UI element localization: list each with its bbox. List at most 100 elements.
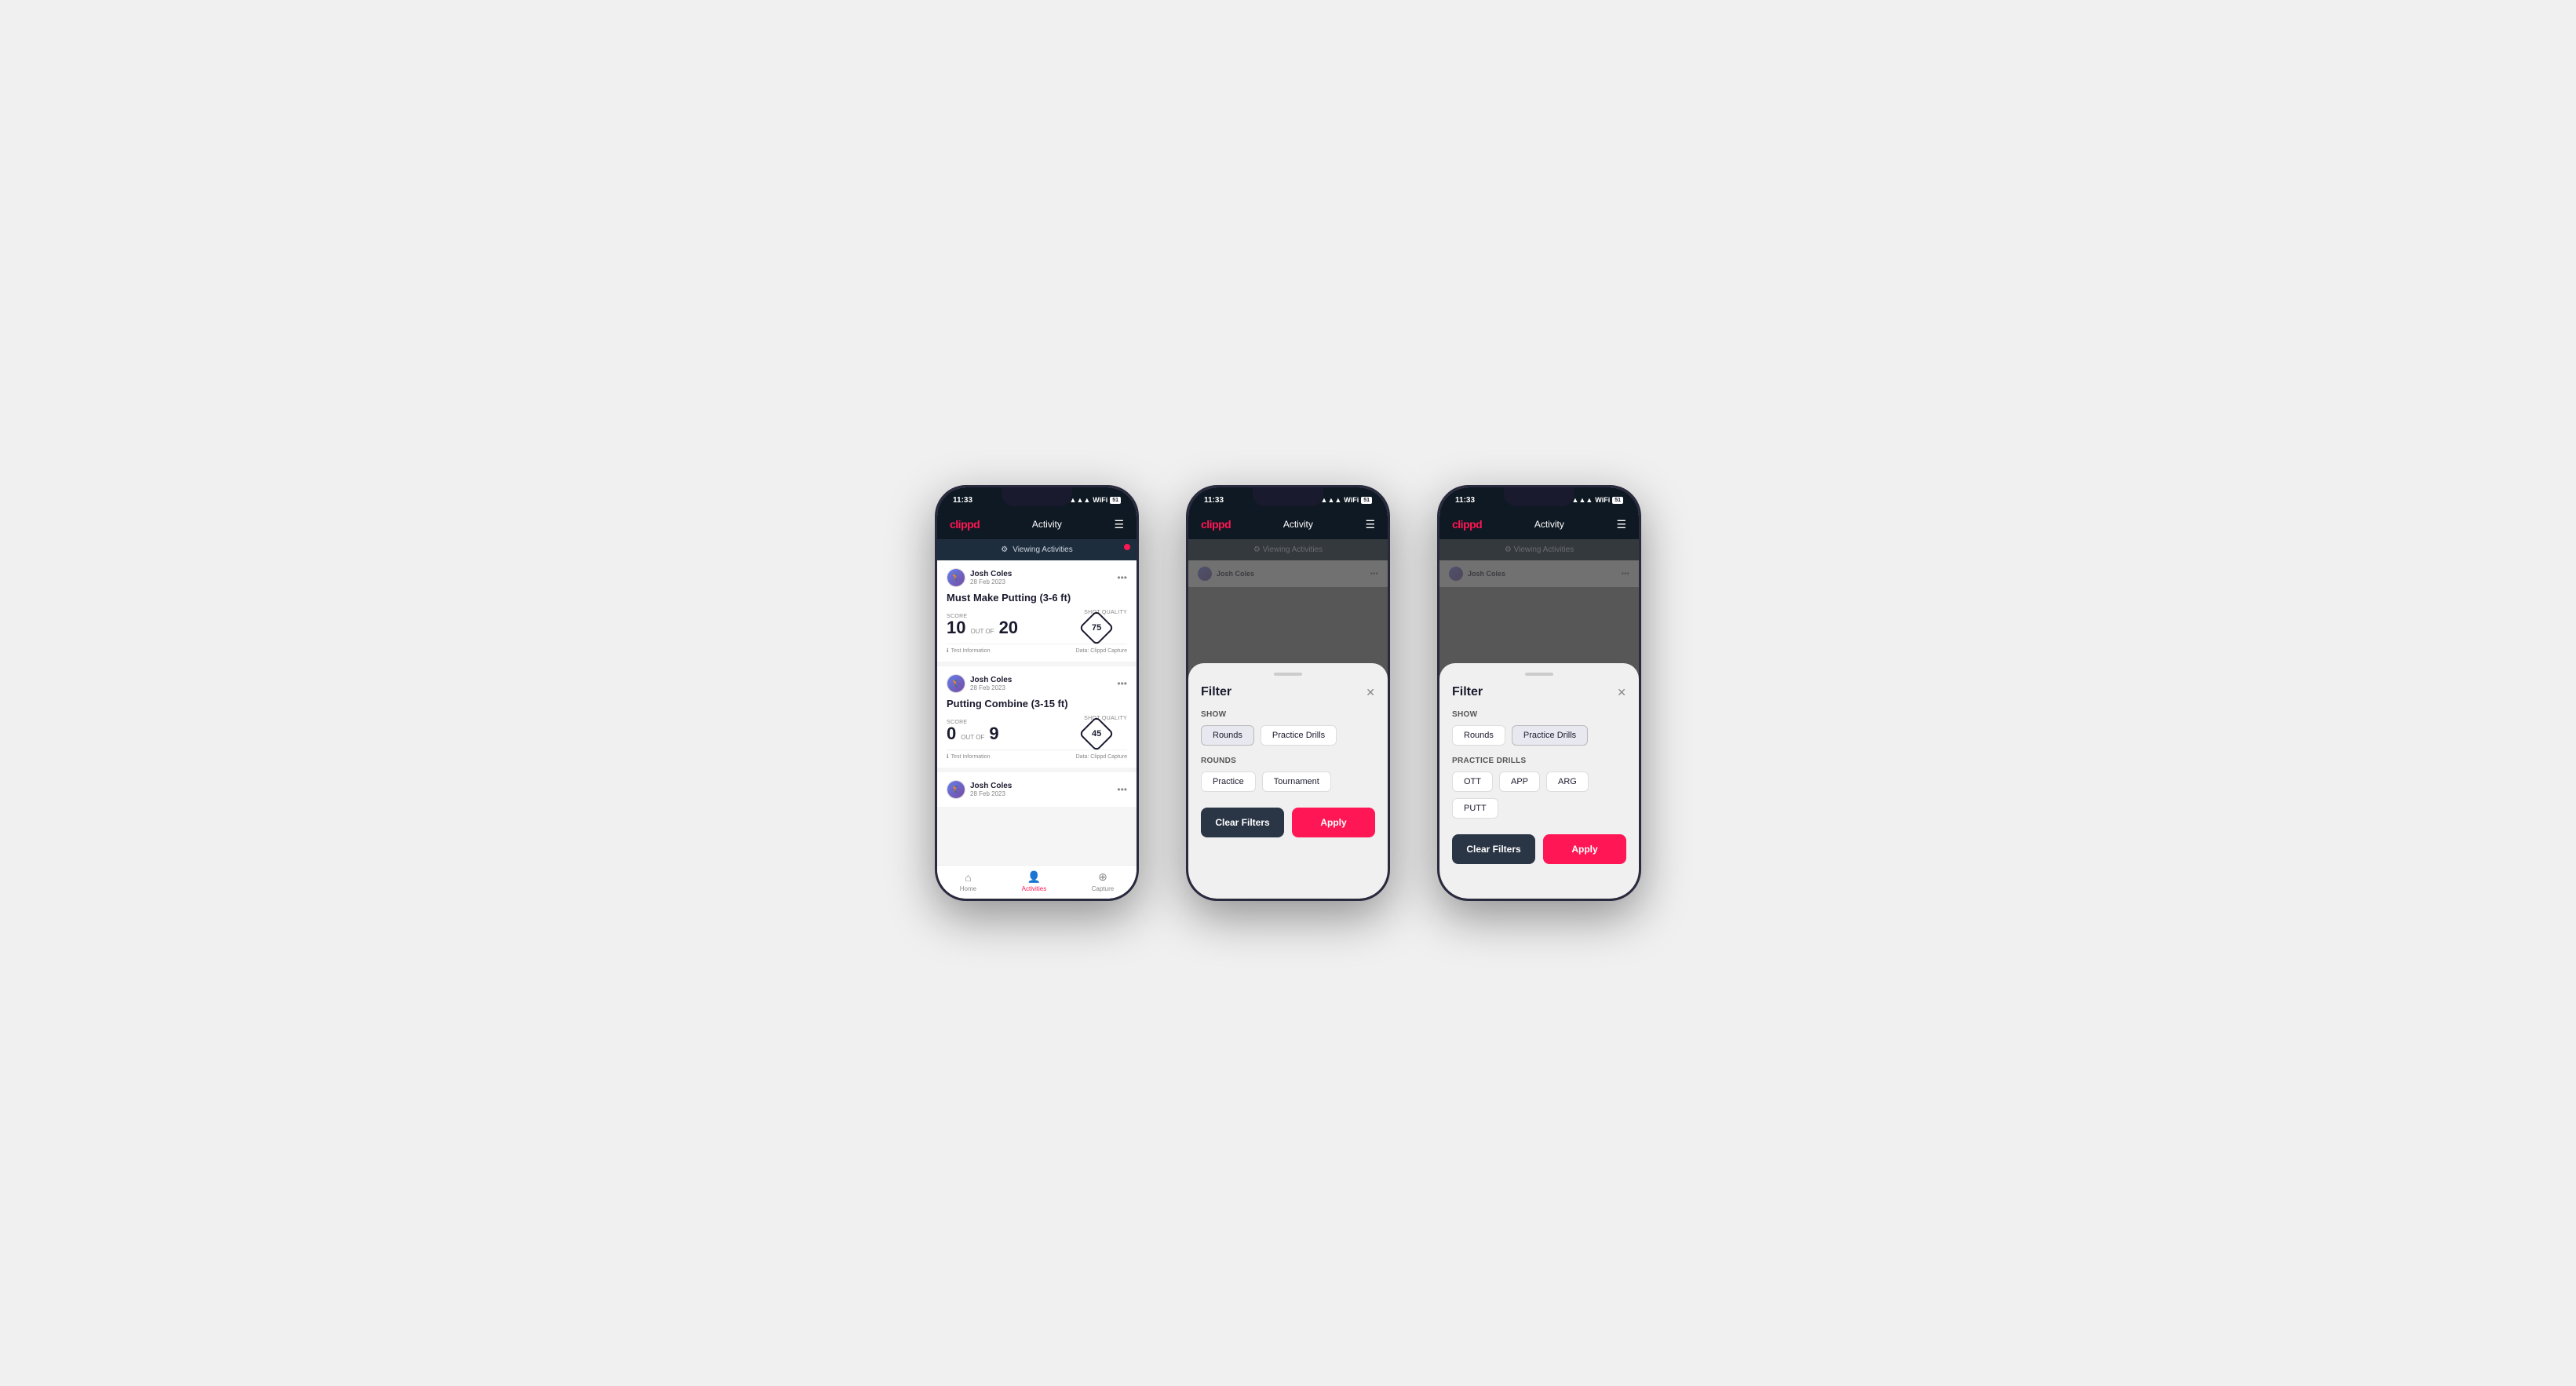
- logo-3: clippd: [1452, 518, 1482, 531]
- rounds-chip-2[interactable]: Rounds: [1452, 725, 1505, 746]
- shot-quality-badge-1: 75: [1079, 610, 1115, 645]
- tab-home[interactable]: ⌂ Home: [960, 871, 976, 892]
- status-time-1: 11:33: [953, 496, 972, 505]
- filter-modal-1: Filter ✕ Show Rounds Practice Drills Rou…: [1188, 663, 1388, 899]
- shot-quality-label-2: Shot Quality: [1084, 716, 1127, 721]
- menu-icon-2[interactable]: ☰: [1365, 518, 1375, 531]
- tab-capture[interactable]: ⊕ Capture: [1092, 870, 1114, 892]
- practice-drills-chip-2[interactable]: Practice Drills: [1512, 725, 1588, 746]
- arg-chip[interactable]: ARG: [1546, 771, 1589, 792]
- show-chips-1: Rounds Practice Drills: [1201, 725, 1375, 746]
- phone-3: 11:33 ▲▲▲ WiFi 51 clippd Activity ☰: [1437, 485, 1641, 901]
- user-name-1: Josh Coles: [970, 570, 1012, 578]
- status-icons-3: ▲▲▲ WiFi 51: [1572, 496, 1623, 504]
- shot-quality-value-1: 75: [1092, 623, 1101, 633]
- menu-icon-1[interactable]: ☰: [1114, 518, 1124, 531]
- signal-icon-2: ▲▲▲: [1321, 496, 1342, 504]
- tournament-chip[interactable]: Tournament: [1262, 771, 1331, 792]
- filter-close-2[interactable]: ✕: [1617, 686, 1626, 699]
- status-bar-1: 11:33 ▲▲▲ WiFi 51: [937, 487, 1137, 509]
- info-icon-2: ℹ: [947, 753, 949, 760]
- nav-bar-3: clippd Activity ☰: [1439, 509, 1639, 539]
- footer-data-1: Data: Clippd Capture: [1076, 648, 1127, 654]
- viewing-bar-dot-1: [1124, 544, 1130, 550]
- logo-2: clippd: [1201, 518, 1231, 531]
- home-icon: ⌂: [965, 871, 971, 884]
- clear-filters-btn-2[interactable]: Clear Filters: [1452, 834, 1535, 864]
- filter-handle-2: [1525, 673, 1553, 676]
- rounds-chips: Practice Tournament: [1201, 771, 1375, 792]
- avatar-2: 🏌: [947, 674, 965, 693]
- shot-quality-value-2: 45: [1092, 729, 1101, 739]
- wifi-icon: WiFi: [1093, 496, 1107, 504]
- status-bar-3: 11:33 ▲▲▲ WiFi 51: [1439, 487, 1639, 509]
- ott-chip[interactable]: OTT: [1452, 771, 1493, 792]
- practice-drills-chip-1[interactable]: Practice Drills: [1261, 725, 1337, 746]
- nav-title-1: Activity: [1032, 519, 1062, 530]
- activity-card-1[interactable]: 🏌 Josh Coles 28 Feb 2023 ••• Must Make P…: [937, 560, 1137, 662]
- activities-icon: 👤: [1027, 870, 1041, 884]
- rounds-section-label: Rounds: [1201, 757, 1375, 765]
- filter-icon-1: ⚙: [1001, 545, 1008, 554]
- phone-2: 11:33 ▲▲▲ WiFi 51 clippd Activity ☰: [1186, 485, 1390, 901]
- card-title-1: Must Make Putting (3-6 ft): [947, 592, 1127, 604]
- tab-capture-label: Capture: [1092, 885, 1114, 892]
- logo-1: clippd: [950, 518, 980, 531]
- practice-chip[interactable]: Practice: [1201, 771, 1256, 792]
- phone-1: 11:33 ▲▲▲ WiFi 51 clippd Activity ☰ ⚙: [935, 485, 1139, 901]
- score-value-2: 0: [947, 725, 956, 742]
- status-bar-2: 11:33 ▲▲▲ WiFi 51: [1188, 487, 1388, 509]
- show-chips-2: Rounds Practice Drills: [1452, 725, 1626, 746]
- drills-chips: OTT APP ARG PUTT: [1452, 771, 1626, 819]
- battery-icon-2: 51: [1361, 497, 1372, 504]
- user-name-3: Josh Coles: [970, 782, 1012, 790]
- filter-close-1[interactable]: ✕: [1366, 686, 1375, 699]
- activity-list-1: 🏌 Josh Coles 28 Feb 2023 ••• Must Make P…: [937, 560, 1137, 899]
- app-chip[interactable]: APP: [1499, 771, 1540, 792]
- user-date-2: 28 Feb 2023: [970, 684, 1012, 691]
- status-icons-2: ▲▲▲ WiFi 51: [1321, 496, 1372, 504]
- activity-card-2[interactable]: 🏌 Josh Coles 28 Feb 2023 ••• Putting Com…: [937, 666, 1137, 768]
- tab-activities-label: Activities: [1022, 885, 1047, 892]
- more-icon-3[interactable]: •••: [1117, 784, 1127, 795]
- status-time-2: 11:33: [1204, 496, 1224, 505]
- tab-activities[interactable]: 👤 Activities: [1022, 870, 1047, 892]
- status-icons-1: ▲▲▲ WiFi 51: [1070, 496, 1121, 504]
- filter-title-1: Filter: [1201, 685, 1231, 699]
- more-icon-2[interactable]: •••: [1117, 678, 1127, 689]
- apply-btn-2[interactable]: Apply: [1543, 834, 1626, 864]
- user-name-2: Josh Coles: [970, 676, 1012, 684]
- phone-3-screen: 11:33 ▲▲▲ WiFi 51 clippd Activity ☰: [1439, 487, 1639, 899]
- viewing-bar-1[interactable]: ⚙ Viewing Activities: [937, 539, 1137, 560]
- clear-filters-btn-1[interactable]: Clear Filters: [1201, 808, 1284, 837]
- nav-title-2: Activity: [1283, 519, 1313, 530]
- phones-container: 11:33 ▲▲▲ WiFi 51 clippd Activity ☰ ⚙: [935, 485, 1641, 901]
- shot-quality-badge-2: 45: [1079, 716, 1115, 751]
- filter-title-2: Filter: [1452, 685, 1483, 699]
- nav-bar-2: clippd Activity ☰: [1188, 509, 1388, 539]
- out-of-1: OUT OF: [970, 628, 994, 635]
- out-of-2: OUT OF: [961, 734, 984, 741]
- signal-icon-3: ▲▲▲: [1572, 496, 1593, 504]
- more-icon-1[interactable]: •••: [1117, 572, 1127, 583]
- card-title-2: Putting Combine (3-15 ft): [947, 698, 1127, 709]
- show-label-1: Show: [1201, 710, 1375, 719]
- putt-chip[interactable]: PUTT: [1452, 798, 1498, 819]
- capture-icon: ⊕: [1098, 870, 1107, 884]
- filter-buttons-1: Clear Filters Apply: [1201, 808, 1375, 837]
- apply-btn-1[interactable]: Apply: [1292, 808, 1375, 837]
- shots-value-2: 9: [989, 725, 998, 742]
- rounds-chip-1[interactable]: Rounds: [1201, 725, 1254, 746]
- footer-info-1: ℹ Test Information: [947, 647, 990, 654]
- menu-icon-3[interactable]: ☰: [1616, 518, 1626, 531]
- avatar-1: 🏌: [947, 568, 965, 587]
- user-date-1: 28 Feb 2023: [970, 578, 1012, 585]
- practice-drills-section-label: Practice Drills: [1452, 757, 1626, 765]
- nav-bar-1: clippd Activity ☰: [937, 509, 1137, 539]
- filter-handle-1: [1274, 673, 1302, 676]
- activity-card-3[interactable]: 🏌 Josh Coles 28 Feb 2023 •••: [937, 772, 1137, 807]
- viewing-bar-text-1: Viewing Activities: [1013, 545, 1073, 554]
- filter-buttons-2: Clear Filters Apply: [1452, 834, 1626, 864]
- battery-icon: 51: [1110, 497, 1121, 504]
- phone-1-screen: 11:33 ▲▲▲ WiFi 51 clippd Activity ☰ ⚙: [937, 487, 1137, 899]
